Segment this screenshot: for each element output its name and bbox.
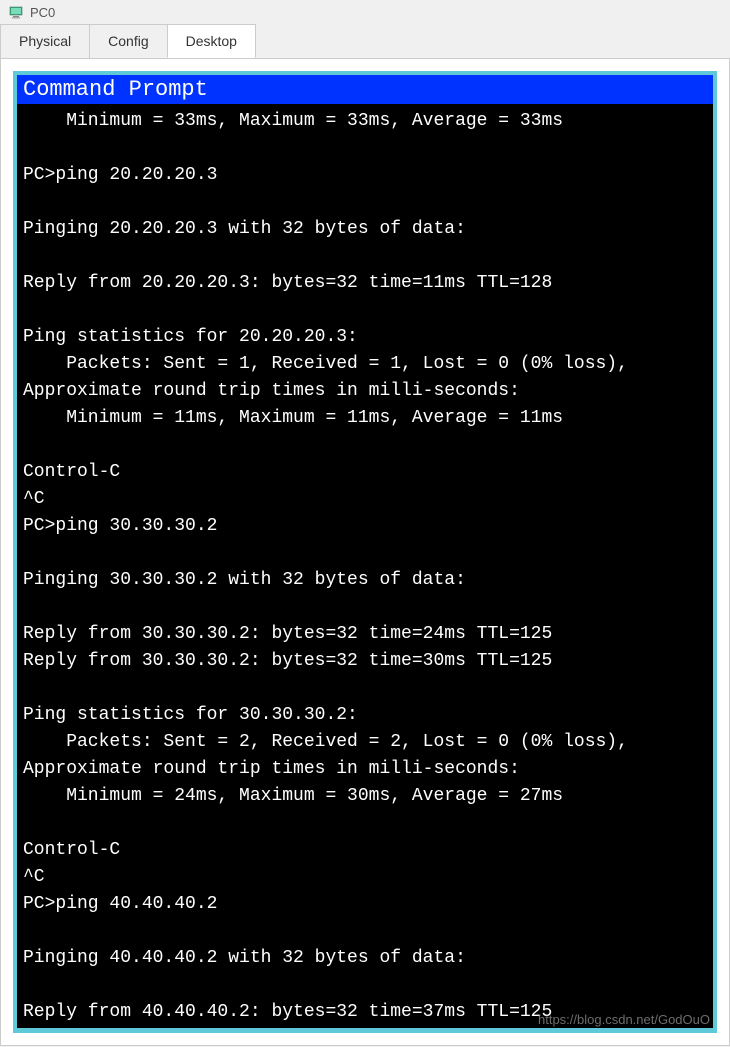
command-prompt-terminal[interactable]: Minimum = 33ms, Maximum = 33ms, Average … (17, 104, 713, 1028)
tab-physical[interactable]: Physical (0, 24, 90, 58)
watermark: https://blog.csdn.net/GodOuO (538, 1012, 710, 1027)
command-prompt-title: Command Prompt (17, 75, 713, 104)
window-titlebar: PC0 (0, 0, 730, 24)
tab-config[interactable]: Config (89, 24, 167, 58)
desktop-panel: Command Prompt Minimum = 33ms, Maximum =… (0, 59, 730, 1046)
pc-icon (8, 4, 24, 20)
tab-desktop[interactable]: Desktop (167, 24, 256, 58)
window-title-text: PC0 (30, 5, 55, 20)
desktop-frame: Command Prompt Minimum = 33ms, Maximum =… (13, 71, 717, 1033)
tab-bar: Physical Config Desktop (0, 24, 730, 59)
